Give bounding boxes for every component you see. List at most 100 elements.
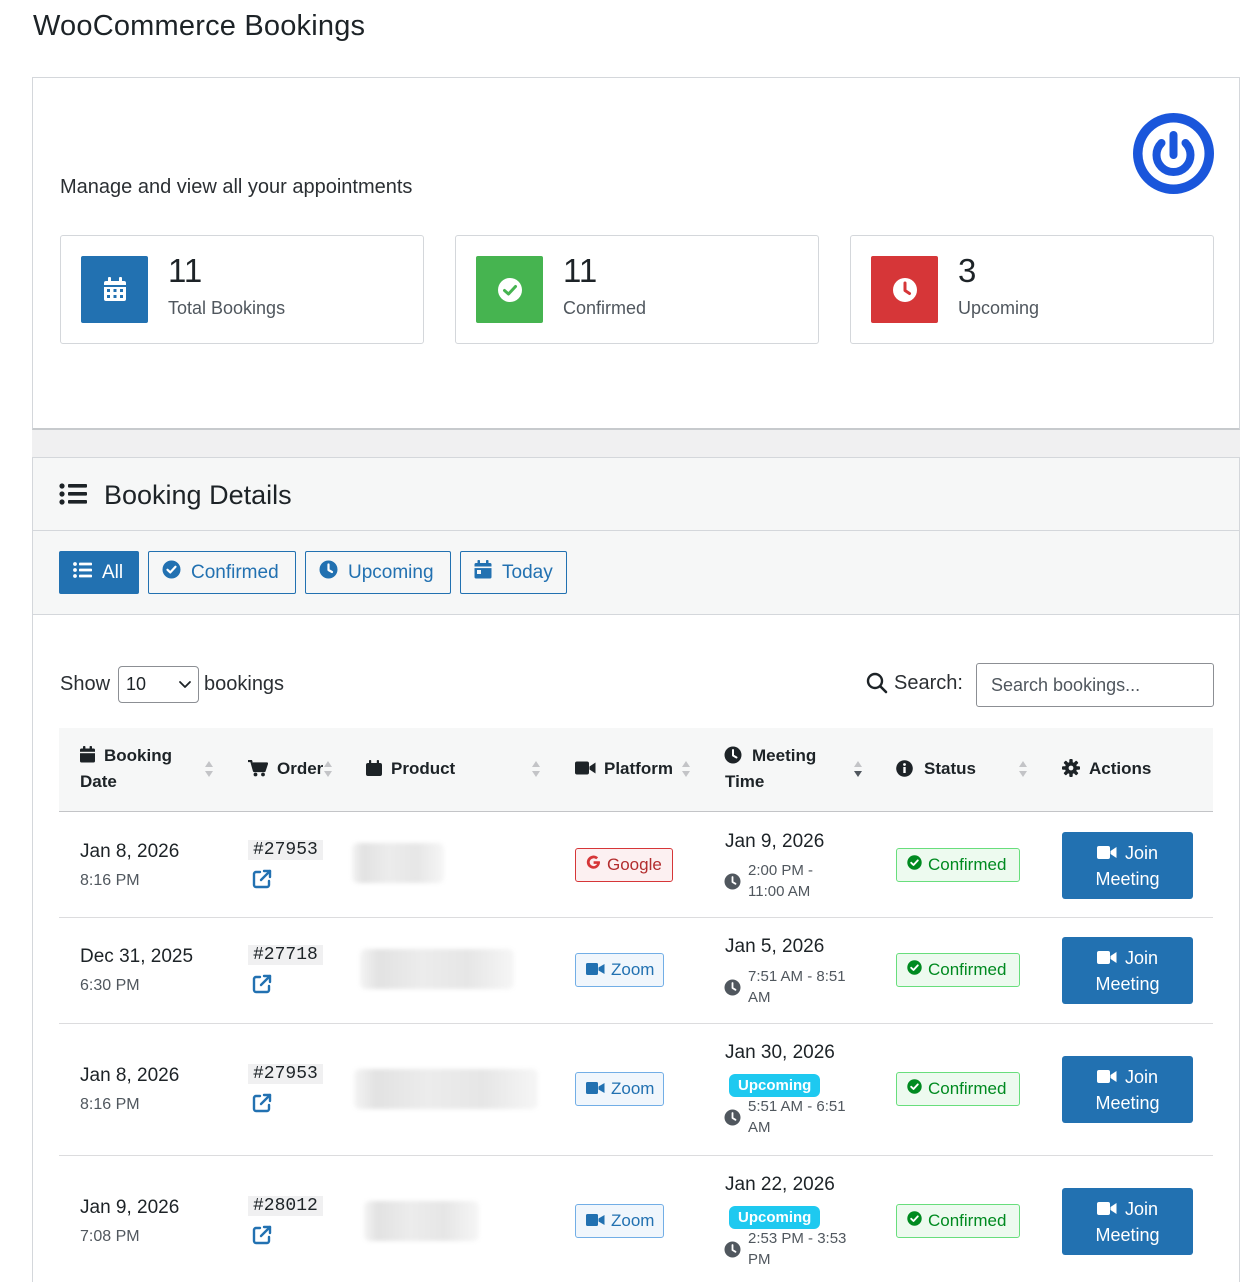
calendar-icon [81,256,148,323]
meeting-date: Jan 22, 2026 [725,1174,835,1195]
meeting-range-line: 2:00 PM - [748,862,814,879]
check-circle-icon [907,855,922,875]
stat-label: Confirmed [563,298,647,318]
booking-details-panel: Booking Details All Confirmed Upcoming T… [32,457,1240,1282]
status-text: Confirmed [928,855,1007,874]
product-name-redacted [354,1069,538,1109]
sort-icon [681,758,691,780]
join-meeting-button[interactable]: Join Meeting [1062,1188,1193,1255]
meeting-range: 7:51 AM - 8:51 AM [748,966,878,1008]
status-text: Confirmed [928,1211,1007,1230]
meeting-range: 2:53 PM - 3:53 PM [748,1228,878,1270]
table-row: Jan 9, 2026 7:08 PM #28012 Zoom Jan 22, … [59,1156,1213,1282]
sort-icon [204,758,214,780]
meeting-date: Jan 30, 2026 [725,1042,835,1063]
list-icon [59,483,87,510]
video-icon [575,761,596,780]
product-name-redacted [352,843,444,883]
check-circle-icon [476,256,543,323]
product-name-redacted [364,1201,479,1241]
external-link-icon[interactable] [252,1225,272,1250]
calendar-icon [80,746,95,768]
section-divider [32,430,1240,457]
video-icon [1096,1196,1117,1222]
check-circle-icon [907,1211,922,1231]
sort-icon [323,758,333,780]
booking-time: 6:30 PM [80,977,140,994]
sort-icon [531,758,541,780]
meeting-range: 2:00 PM - 11:00 AM [748,860,878,902]
column-label: Meeting [752,746,817,765]
status-badge: Confirmed [896,848,1020,882]
order-number: #27953 [248,840,323,860]
booking-date: Dec 31, 2025 [80,946,194,967]
status-badge: Confirmed [896,1072,1020,1106]
clock-icon [724,979,741,1001]
platform-name: Zoom [611,1079,655,1098]
platform-name: Google [607,855,662,874]
meeting-range-line: 7:51 AM - 8:51 [748,968,846,985]
button-label: Meeting [1095,1224,1160,1245]
video-icon [586,1211,605,1231]
status-badge: Confirmed [896,953,1020,987]
external-link-icon[interactable] [252,869,272,894]
calendar-icon [474,560,492,585]
gear-icon [1062,759,1080,782]
stat-card-total: 11 Total Bookings [60,235,424,344]
status-text: Confirmed [928,960,1007,979]
column-label: Date [80,772,117,791]
video-icon [1096,945,1117,971]
button-label: Meeting [1095,973,1160,994]
booking-time: 8:16 PM [80,1096,140,1113]
column-label: Time [725,772,765,791]
google-icon [586,855,601,875]
external-link-icon[interactable] [252,974,272,999]
order-number: #27953 [248,1064,323,1084]
button-label: Meeting [1095,1092,1160,1113]
check-circle-icon [907,960,922,980]
video-icon [1096,1064,1117,1090]
platform-name: Zoom [611,960,655,979]
meeting-range-line: 5:51 AM - 6:51 [748,1098,846,1115]
hero-subtitle: Manage and view all your appointments [60,176,413,198]
column-label: Order [277,759,324,778]
info-icon [896,760,913,782]
filter-label: Today [502,561,553,583]
column-label: Actions [1089,759,1152,778]
meeting-range-line: 11:00 AM [748,883,811,900]
sort-desc-icon [853,758,863,780]
summary-panel: Manage and view all your appointments 11… [32,77,1240,430]
column-label: Product [391,759,456,778]
filter-confirmed-button[interactable]: Confirmed [148,551,296,594]
list-icon [73,561,92,584]
join-meeting-button[interactable]: Join Meeting [1062,937,1193,1004]
table-row: Jan 8, 2026 8:16 PM #27953 Zoom Jan 30, … [59,1024,1213,1156]
platform-name: Zoom [611,1211,655,1230]
table-row: Jan 8, 2026 8:16 PM #27953 Google Jan 9,… [59,812,1213,918]
external-link-icon[interactable] [252,1093,272,1118]
stat-label: Upcoming [958,298,1040,318]
stat-card-upcoming: 3 Upcoming [850,235,1214,344]
stat-number: 3 [958,252,977,289]
booking-date: Jan 8, 2026 [80,1065,180,1086]
table-row: Dec 31, 2025 6:30 PM #27718 Zoom Jan 5, … [59,918,1213,1024]
search-input[interactable] [976,663,1214,707]
upcoming-badge: Upcoming [729,1074,821,1097]
join-meeting-button[interactable]: Join Meeting [1062,832,1193,899]
filter-today-button[interactable]: Today [460,551,567,594]
select-value: 10 [126,674,147,694]
join-meeting-button[interactable]: Join Meeting [1062,1056,1193,1123]
clock-icon [724,1109,741,1131]
filter-all-button[interactable]: All [59,551,139,594]
page-length-select[interactable]: 10 [118,666,199,703]
filter-upcoming-button[interactable]: Upcoming [305,551,451,594]
meeting-date: Jan 5, 2026 [725,936,825,957]
power-logo-icon [1133,113,1214,194]
stat-number: 11 [168,252,203,289]
clock-icon [319,560,338,585]
clock-icon [724,1241,741,1263]
order-number: #27718 [248,945,323,965]
filter-bar: All Confirmed Upcoming Today [33,531,1239,615]
section-title: Booking Details [104,480,292,510]
status-text: Confirmed [928,1079,1007,1098]
